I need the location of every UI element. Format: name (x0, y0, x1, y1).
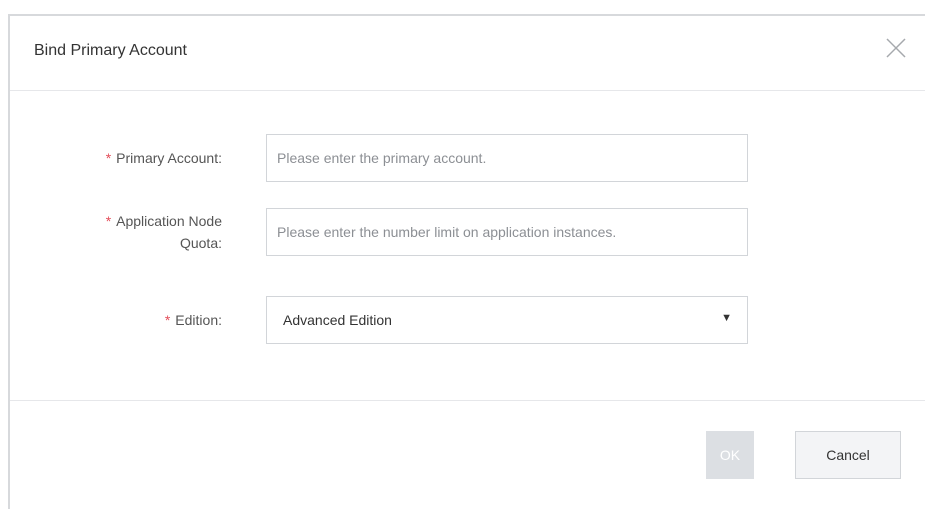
dialog-footer: OK Cancel (10, 400, 925, 511)
edition-label-text: Edition: (175, 312, 222, 328)
application-node-quota-label: * Application Node Quota: (22, 210, 222, 254)
application-node-quota-label-line2: Quota: (179, 235, 222, 251)
required-mark: * (105, 213, 112, 229)
application-node-quota-input[interactable] (266, 208, 748, 256)
edition-select[interactable]: Advanced Edition ▼ (266, 296, 748, 344)
dialog-header: Bind Primary Account (10, 16, 925, 91)
close-icon[interactable] (885, 37, 907, 59)
primary-account-label: * Primary Account: (22, 147, 222, 169)
dialog-title: Bind Primary Account (34, 42, 187, 59)
required-mark: * (105, 150, 112, 166)
ok-button[interactable]: OK (706, 431, 754, 479)
cancel-button[interactable]: Cancel (795, 431, 901, 479)
primary-account-input[interactable] (266, 134, 748, 182)
primary-account-label-text: Primary Account: (116, 150, 222, 166)
caret-down-icon: ▼ (721, 312, 732, 324)
edition-selected-value: Advanced Edition (283, 312, 392, 328)
edition-label: * Edition: (22, 309, 222, 331)
application-node-quota-label-line1: Application Node (116, 213, 222, 229)
bind-primary-account-dialog: Bind Primary Account *Primary Account: *… (8, 14, 925, 509)
required-mark: * (164, 312, 171, 328)
